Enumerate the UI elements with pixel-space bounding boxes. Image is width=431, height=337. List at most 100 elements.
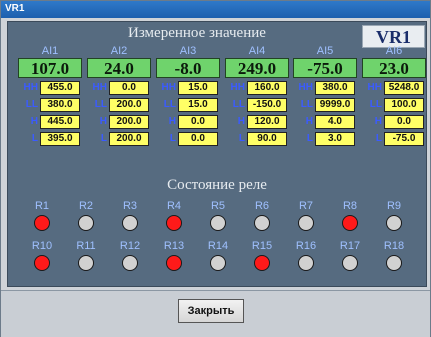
analog-input-ai5: AI5 -75.0 HH 380.0 LL 9999.0 H 4.0 L 3.0 bbox=[293, 45, 357, 146]
relay-label: R1 bbox=[34, 200, 50, 212]
analog-input-value: -75.0 bbox=[293, 58, 357, 78]
limit-row-hh: HH 455.0 bbox=[18, 81, 82, 95]
limit-row-ll: LL 9999.0 bbox=[293, 98, 357, 112]
relay-label: R16 bbox=[295, 240, 317, 252]
relay-label: R12 bbox=[119, 240, 141, 252]
limit-label: L bbox=[100, 133, 107, 144]
relay-led-icon bbox=[342, 255, 358, 271]
limit-value-field[interactable]: -75.0 bbox=[384, 132, 424, 146]
limit-value-field[interactable]: 15.0 bbox=[178, 81, 218, 95]
relay-r18: R18 bbox=[374, 240, 414, 271]
limit-label: LL bbox=[25, 99, 38, 110]
relay-label: R3 bbox=[122, 200, 138, 212]
relay-label: R13 bbox=[163, 240, 185, 252]
relay-led-icon bbox=[254, 215, 270, 231]
relay-r9: R9 bbox=[374, 200, 414, 231]
limit-value-field[interactable]: 160.0 bbox=[247, 81, 287, 95]
relay-led-icon bbox=[386, 255, 402, 271]
relay-r6: R6 bbox=[242, 200, 282, 231]
relay-label: R2 bbox=[78, 200, 94, 212]
limit-value-field[interactable]: 380.0 bbox=[40, 98, 80, 112]
limit-row-hh: HH 380.0 bbox=[293, 81, 357, 95]
vr1-window: VR1 Измеренное значение VR1 AI1 107.0 HH 45… bbox=[0, 0, 431, 337]
relay-status-title: Состояние реле bbox=[167, 177, 267, 193]
limit-label: HH bbox=[298, 82, 313, 93]
limit-label: LL bbox=[300, 99, 313, 110]
relay-led-icon bbox=[210, 255, 226, 271]
limit-value-field[interactable]: 0.0 bbox=[109, 81, 149, 95]
limit-value-field[interactable]: 200.0 bbox=[109, 98, 149, 112]
relay-r10: R10 bbox=[22, 240, 62, 271]
relay-label: R9 bbox=[386, 200, 402, 212]
analog-input-ai6: AI6 23.0 HH 5248.0 LL 100.0 H 0.0 L -75.0 bbox=[362, 45, 426, 146]
analog-input-ai2: AI2 24.0 HH 0.0 LL 200.0 H 200.0 L 200.0 bbox=[87, 45, 151, 146]
relay-label: R5 bbox=[210, 200, 226, 212]
analog-input-name: AI5 bbox=[316, 45, 334, 57]
limit-value-field[interactable]: 445.0 bbox=[40, 115, 80, 129]
relay-label: R17 bbox=[339, 240, 361, 252]
limit-row-l: L 395.0 bbox=[18, 132, 82, 146]
relay-label: R8 bbox=[342, 200, 358, 212]
relay-r14: R14 bbox=[198, 240, 238, 271]
limit-row-l: L 0.0 bbox=[156, 132, 220, 146]
relay-r11: R11 bbox=[66, 240, 106, 271]
limit-label: H bbox=[30, 116, 38, 127]
limit-label: H bbox=[99, 116, 107, 127]
relay-led-icon bbox=[166, 215, 182, 231]
relay-led-icon bbox=[34, 255, 50, 271]
relay-led-icon bbox=[166, 255, 182, 271]
limit-value-field[interactable]: -150.0 bbox=[247, 98, 287, 112]
limit-value-field[interactable]: 0.0 bbox=[178, 115, 218, 129]
relay-led-icon bbox=[386, 215, 402, 231]
limit-label: HH bbox=[23, 82, 38, 93]
limit-row-h: H 200.0 bbox=[87, 115, 151, 129]
limit-value-field[interactable]: 200.0 bbox=[109, 132, 149, 146]
limit-value-field[interactable]: 3.0 bbox=[315, 132, 355, 146]
measured-value-caption: Измеренное значение bbox=[128, 25, 266, 41]
limit-row-h: H 0.0 bbox=[156, 115, 220, 129]
limit-label: L bbox=[306, 133, 313, 144]
limit-label: LL bbox=[369, 99, 382, 110]
limit-value-field[interactable]: 4.0 bbox=[315, 115, 355, 129]
close-button[interactable]: Закрыть bbox=[178, 299, 244, 323]
limit-value-field[interactable]: 455.0 bbox=[40, 81, 80, 95]
relay-led-icon bbox=[34, 215, 50, 231]
limit-value-field[interactable]: 395.0 bbox=[40, 132, 80, 146]
limit-label: LL bbox=[232, 99, 245, 110]
relay-led-icon bbox=[78, 215, 94, 231]
relay-label: R10 bbox=[31, 240, 53, 252]
limit-label: H bbox=[374, 116, 382, 127]
relay-led-icon bbox=[342, 215, 358, 231]
limit-label: H bbox=[168, 116, 176, 127]
relay-led-icon bbox=[122, 255, 138, 271]
relay-led-icon bbox=[298, 215, 314, 231]
relay-label: R11 bbox=[76, 240, 96, 252]
limit-value-field[interactable]: 9999.0 bbox=[315, 98, 355, 112]
analog-input-value: 24.0 bbox=[87, 58, 151, 78]
limit-row-h: H 445.0 bbox=[18, 115, 82, 129]
limit-value-field[interactable]: 100.0 bbox=[384, 98, 424, 112]
limit-row-h: H 0.0 bbox=[362, 115, 426, 129]
relay-r16: R16 bbox=[286, 240, 326, 271]
limit-row-l: L 200.0 bbox=[87, 132, 151, 146]
relay-led-icon bbox=[298, 255, 314, 271]
limit-value-field[interactable]: 0.0 bbox=[178, 132, 218, 146]
limit-value-field[interactable]: 0.0 bbox=[384, 115, 424, 129]
title-bar[interactable]: VR1 bbox=[1, 1, 430, 18]
limit-value-field[interactable]: 5248.0 bbox=[384, 81, 424, 95]
limit-value-field[interactable]: 15.0 bbox=[178, 98, 218, 112]
limit-value-field[interactable]: 90.0 bbox=[247, 132, 287, 146]
limit-value-field[interactable]: 120.0 bbox=[247, 115, 287, 129]
limit-label: H bbox=[305, 116, 313, 127]
limit-value-field[interactable]: 200.0 bbox=[109, 115, 149, 129]
relay-r17: R17 bbox=[330, 240, 370, 271]
analog-input-ai3: AI3 -8.0 HH 15.0 LL 15.0 H 0.0 L 0.0 bbox=[156, 45, 220, 146]
limit-label: L bbox=[375, 133, 382, 144]
analog-input-name: AI2 bbox=[110, 45, 128, 57]
limit-value-field[interactable]: 380.0 bbox=[315, 81, 355, 95]
relay-r13: R13 bbox=[154, 240, 194, 271]
limit-label: L bbox=[31, 133, 38, 144]
relay-label: R18 bbox=[383, 240, 405, 252]
relay-r8: R8 bbox=[330, 200, 370, 231]
relay-label: R14 bbox=[207, 240, 229, 252]
